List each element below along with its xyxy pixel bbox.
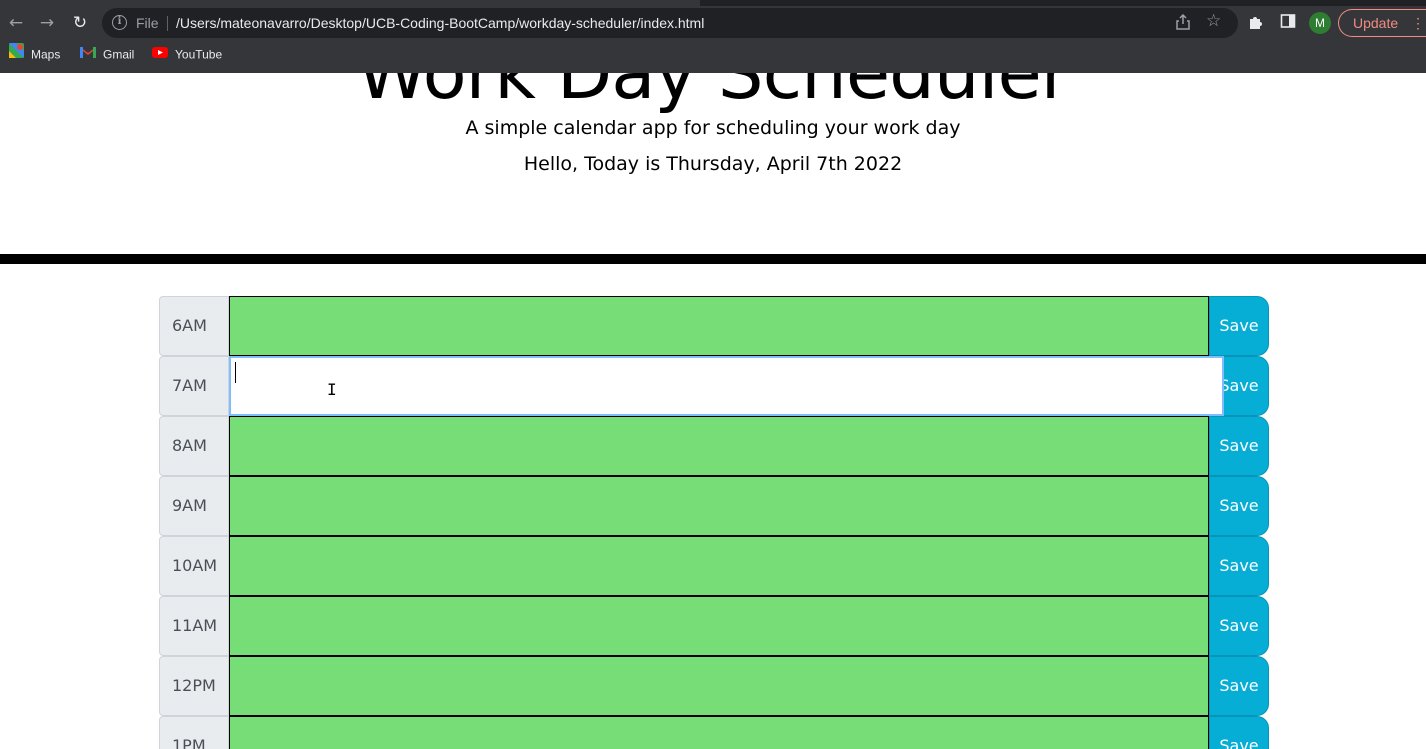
gmail-icon — [80, 40, 96, 69]
reload-icon[interactable]: ↻ — [65, 6, 95, 40]
share-icon[interactable] — [1176, 13, 1192, 32]
bookmark-label: YouTube — [175, 47, 223, 62]
bookmark-star-icon[interactable]: ☆ — [1206, 11, 1221, 31]
bookmark-youtube[interactable]: YouTube — [152, 40, 222, 69]
extensions-icon[interactable] — [1246, 13, 1266, 33]
maps-icon — [9, 40, 24, 69]
save-button[interactable]: Save — [1209, 656, 1269, 716]
browser-toolbar: ← → ↻ i File /Users/mateonavarro/Desktop… — [0, 6, 1426, 40]
time-block-row: 11AM Save — [159, 596, 1269, 656]
save-button[interactable]: Save — [1209, 596, 1269, 656]
bookmark-maps[interactable]: Maps — [9, 40, 60, 69]
save-button[interactable]: Save — [1209, 296, 1269, 356]
header-divider — [0, 254, 1426, 264]
page-lead: A simple calendar app for scheduling you… — [465, 117, 961, 139]
time-block-row: 8AM Save — [159, 416, 1269, 476]
save-button[interactable]: Save — [1209, 716, 1269, 749]
save-button[interactable]: Save — [1209, 416, 1269, 476]
bookmark-gmail[interactable]: Gmail — [80, 40, 134, 69]
event-description-input[interactable] — [229, 656, 1209, 716]
event-description-input[interactable] — [229, 476, 1209, 536]
scheme-label: File — [136, 15, 159, 31]
time-block-row: 12PM Save — [159, 656, 1269, 716]
event-description-input[interactable] — [229, 536, 1209, 596]
page-viewport: Work Day Scheduler A simple calendar app… — [0, 73, 1426, 749]
save-button[interactable]: Save — [1209, 476, 1269, 536]
hour-label: 6AM — [159, 296, 229, 356]
address-bar[interactable]: i File /Users/mateonavarro/Desktop/UCB-C… — [102, 8, 1238, 38]
event-description-input[interactable] — [229, 296, 1209, 356]
text-cursor-icon: I — [327, 380, 337, 399]
bookmark-label: Maps — [31, 47, 61, 62]
time-block-row: 7AM Save — [159, 356, 1269, 416]
update-label: Update — [1353, 15, 1399, 31]
time-block-row: 9AM Save — [159, 476, 1269, 536]
jumbotron: Work Day Scheduler A simple calendar app… — [0, 73, 1426, 254]
forward-icon[interactable]: → — [32, 6, 62, 40]
time-block-list: 6AM Save 7AM Save 8AM Save 9AM Save 10AM… — [159, 296, 1269, 749]
menu-dots-icon[interactable]: ⋮ — [1411, 10, 1425, 36]
time-block-row: 1PM Save — [159, 716, 1269, 749]
youtube-icon — [152, 40, 168, 69]
event-description-input[interactable] — [229, 716, 1209, 749]
page-title: Work Day Scheduler — [356, 73, 1071, 115]
side-panel-icon[interactable] — [1278, 13, 1298, 33]
time-block-row: 6AM Save — [159, 296, 1269, 356]
event-description-input[interactable] — [229, 596, 1209, 656]
hour-label: 11AM — [159, 596, 229, 656]
bookmark-label: Gmail — [103, 47, 135, 62]
hour-label: 10AM — [159, 536, 229, 596]
time-block-row: 10AM Save — [159, 536, 1269, 596]
save-button[interactable]: Save — [1209, 536, 1269, 596]
hour-label: 7AM — [159, 356, 229, 416]
event-description-input[interactable] — [229, 416, 1209, 476]
event-description-input[interactable] — [229, 356, 1224, 416]
current-day: Hello, Today is Thursday, April 7th 2022 — [523, 153, 903, 175]
omnibox-separator — [167, 16, 168, 31]
info-icon[interactable]: i — [112, 15, 127, 30]
hour-label: 1PM — [159, 716, 229, 749]
back-icon[interactable]: ← — [1, 6, 31, 40]
bookmarks-bar: Maps Gmail YouTube — [0, 40, 1426, 73]
update-button[interactable]: Update ⋮ — [1338, 9, 1426, 37]
text-caret — [235, 362, 236, 383]
profile-avatar[interactable]: M — [1309, 12, 1331, 34]
hour-label: 8AM — [159, 416, 229, 476]
hour-label: 12PM — [159, 656, 229, 716]
url-text[interactable]: /Users/mateonavarro/Desktop/UCB-Coding-B… — [176, 8, 704, 38]
hour-label: 9AM — [159, 476, 229, 536]
